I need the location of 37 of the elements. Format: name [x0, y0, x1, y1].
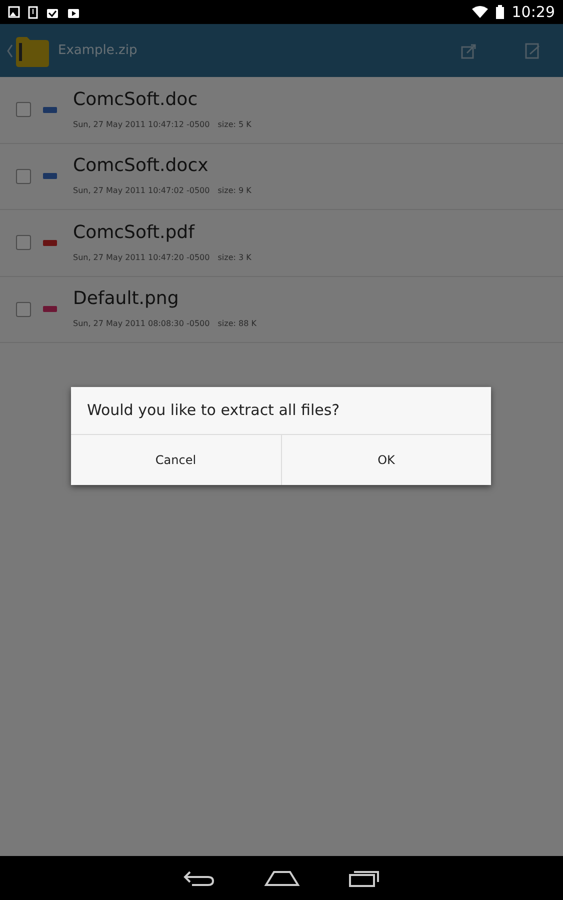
app-title: Example.zip: [58, 42, 138, 60]
edit-icon[interactable]: [525, 42, 541, 58]
home-icon[interactable]: [264, 868, 300, 888]
file-name: ComcSoft.pdf: [73, 222, 196, 244]
file-type-icon: [43, 306, 57, 312]
file-type-icon: [43, 106, 57, 113]
file-row[interactable]: Default.png Sun, 27 May 2011 08:08:30 -0500 size: 88 K: [0, 276, 563, 343]
file-row[interactable]: ComcSoft.pdf Sun, 27 May 2011 10:47:20 -0500 size: 3 K: [0, 210, 563, 276]
file-name: ComcSoft.doc: [73, 88, 199, 111]
file-size: size: 5 K: [218, 118, 252, 131]
image-icon: [8, 6, 20, 18]
battery-icon: [496, 5, 504, 19]
checkbox[interactable]: [16, 102, 31, 118]
dialog-button[interactable]: Cancel: [71, 434, 280, 484]
dialog-button[interactable]: OK: [280, 434, 491, 484]
dialog-message: Would you like to extract all files?: [71, 387, 491, 434]
file-date: Sun, 27 May 2011 08:08:30 -0500: [73, 318, 210, 330]
file-size: size: 9 K: [218, 185, 252, 198]
tablet-icon: [28, 6, 38, 18]
file-date: Sun, 27 May 2011 10:47:12 -0500: [73, 118, 210, 131]
file-size: size: 3 K: [218, 252, 252, 264]
checkbox[interactable]: [16, 235, 31, 250]
file-size: size: 88 K: [218, 318, 256, 330]
share-icon[interactable]: [461, 42, 477, 58]
checkbox[interactable]: [16, 168, 31, 184]
file-row[interactable]: ComcSoft.doc Sun, 27 May 2011 10:47:12 -0500 size: 5 K: [0, 77, 563, 144]
file-type-icon: [43, 173, 57, 180]
clock-time: 10:29: [512, 2, 555, 23]
checkbox[interactable]: [16, 302, 31, 317]
file-date: Sun, 27 May 2011 10:47:02 -0500: [73, 185, 210, 198]
wifi-icon: [472, 6, 488, 18]
file-name: Default.png: [73, 288, 180, 310]
recent-apps-icon[interactable]: [348, 868, 382, 888]
file-type-icon: [43, 240, 57, 246]
file-date: Sun, 27 May 2011 10:47:20 -0500: [73, 252, 210, 264]
file-name: ComcSoft.docx: [73, 155, 210, 178]
file-row[interactable]: ComcSoft.docx Sun, 27 May 2011 10:47:02 -0500 size: 9 K: [0, 144, 563, 210]
